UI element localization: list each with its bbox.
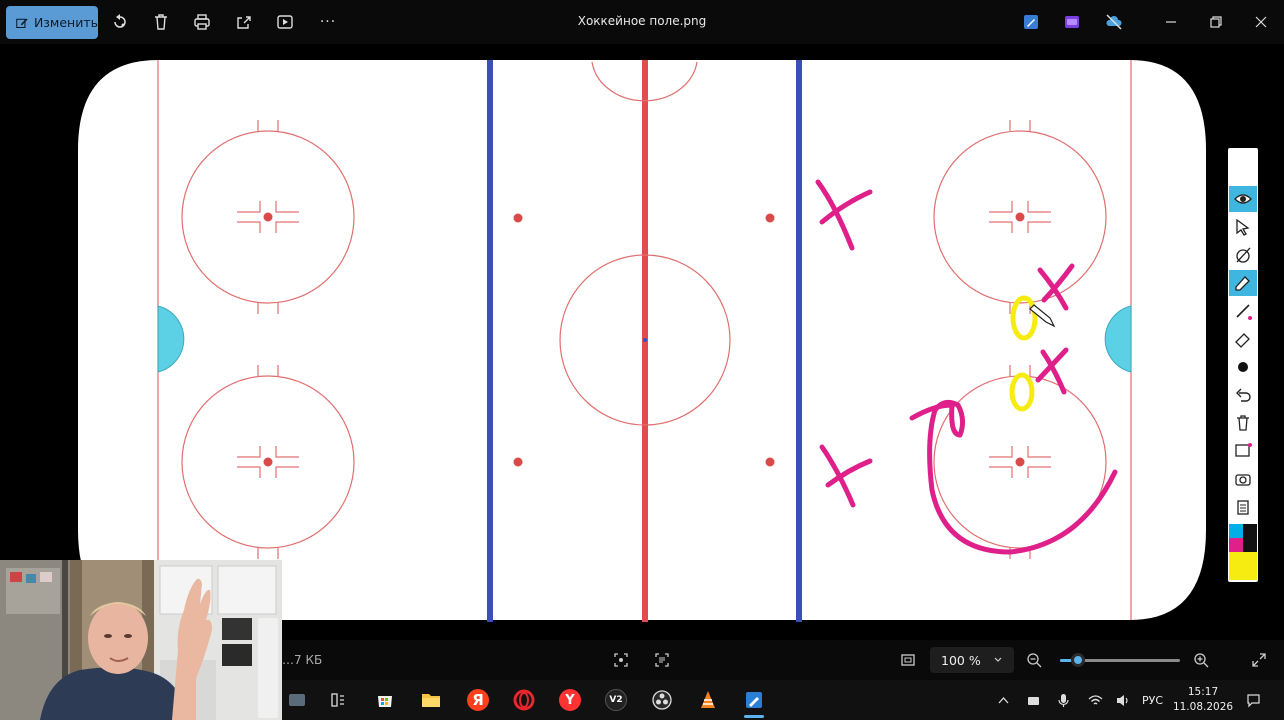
zoom-value: 100 % [941, 652, 981, 668]
palette-black-2[interactable] [1243, 538, 1257, 552]
clear-trash-icon[interactable] [1229, 410, 1257, 436]
visibility-eye-icon[interactable] [1229, 186, 1257, 212]
close-button[interactable] [1249, 10, 1273, 34]
window-title: Хоккейное поле.png [577, 14, 707, 28]
webcam-video-image [0, 560, 282, 720]
input-language[interactable]: РУС [1142, 694, 1163, 707]
edit-button[interactable]: Изменить [6, 6, 98, 39]
minimize-button[interactable] [1159, 10, 1183, 34]
yandex-browser-label: Y [559, 689, 581, 711]
zoom-level-select[interactable]: 100 % [930, 647, 1014, 673]
obs-icon[interactable] [649, 688, 675, 712]
zoom-slider-thumb[interactable] [1071, 653, 1085, 667]
wifi-icon[interactable] [1087, 692, 1103, 708]
whiteboard-icon[interactable] [1229, 438, 1257, 464]
fullscreen-icon[interactable] [1249, 650, 1269, 670]
palette-yellow[interactable] [1229, 552, 1257, 580]
microphone-icon[interactable] [1055, 692, 1071, 708]
color-dot-icon[interactable] [1229, 354, 1257, 380]
yandex-label: Я [467, 689, 489, 711]
store-icon[interactable] [372, 688, 398, 712]
notifications-icon[interactable] [1244, 691, 1262, 709]
palette-magenta[interactable] [1229, 538, 1243, 552]
tray-chevron-up-icon[interactable] [995, 692, 1011, 708]
zoom-slider[interactable] [1060, 653, 1180, 667]
undo-icon[interactable] [1229, 382, 1257, 408]
edit-icon [16, 18, 28, 28]
eraser-icon[interactable] [1229, 326, 1257, 352]
file-explorer-icon[interactable] [418, 688, 444, 712]
more-options-icon[interactable]: ··· [316, 12, 340, 32]
clock-time: 15:17 [1187, 686, 1219, 698]
fit-to-window-icon[interactable] [611, 650, 631, 670]
clipboard-icon[interactable] [1229, 494, 1257, 520]
v2-label: V2 [605, 689, 627, 711]
photos-app-icon[interactable] [741, 688, 767, 718]
yandex-icon[interactable]: Я [465, 688, 491, 712]
visual-search-icon[interactable] [652, 650, 672, 670]
webcam-overlay [0, 560, 282, 720]
zoom-out-icon[interactable] [1024, 650, 1044, 670]
task-view-icon[interactable] [325, 688, 351, 712]
app-edit-icon[interactable] [1021, 12, 1041, 32]
select-arrow-icon[interactable] [1229, 214, 1257, 240]
share-icon[interactable] [234, 12, 254, 32]
taskbar-app-icon[interactable] [284, 688, 310, 712]
yandex-browser-icon[interactable]: Y [557, 688, 583, 712]
color-palette[interactable] [1229, 524, 1257, 580]
clipchamp-icon[interactable] [1062, 12, 1082, 32]
laser-pointer-icon[interactable] [1229, 242, 1257, 268]
system-clock[interactable]: 15:17 11.08.2026 [1170, 685, 1236, 715]
rotate-icon[interactable] [110, 12, 130, 32]
delete-icon[interactable] [151, 12, 171, 32]
chevron-down-icon [994, 657, 1002, 662]
print-icon[interactable] [192, 12, 212, 32]
opera-icon[interactable] [511, 688, 537, 712]
cloud-sync-off-icon[interactable] [1104, 12, 1124, 32]
clock-date: 11.08.2026 [1172, 701, 1234, 713]
tray-device-icon[interactable] [1025, 692, 1041, 708]
palette-black[interactable] [1243, 524, 1257, 538]
hockey-rink-image [78, 60, 1206, 622]
zoom-in-icon[interactable] [1191, 650, 1211, 670]
file-size: …7 КБ [282, 653, 323, 667]
edit-button-label: Изменить [33, 15, 98, 30]
active-app-indicator [744, 715, 764, 718]
drawing-toolbar [1228, 148, 1258, 582]
title-bar: Изменить ··· Хоккейное поле.png [0, 0, 1284, 44]
pen-draw-icon[interactable] [1229, 270, 1257, 296]
palette-cyan[interactable] [1229, 524, 1243, 538]
screenshot-camera-icon[interactable] [1229, 466, 1257, 492]
image-canvas[interactable] [0, 44, 1284, 624]
actual-size-icon[interactable] [898, 650, 918, 670]
line-tool-icon[interactable] [1229, 298, 1257, 324]
volume-icon[interactable] [1114, 692, 1130, 708]
restore-button[interactable] [1204, 10, 1228, 34]
vlc-icon[interactable] [695, 688, 721, 712]
v2-app-icon[interactable]: V2 [603, 688, 629, 712]
slideshow-icon[interactable] [275, 12, 295, 32]
